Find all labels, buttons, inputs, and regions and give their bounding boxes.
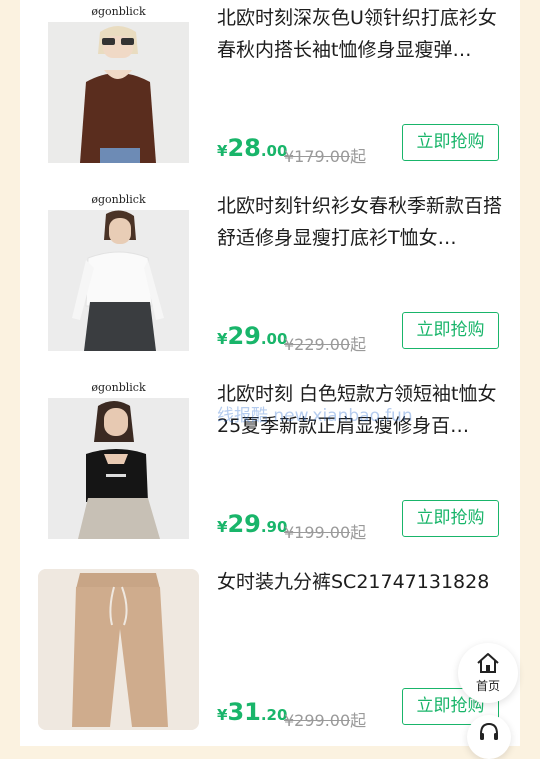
original-price: ¥179.00起 [284, 147, 367, 166]
product-card[interactable]: 女时装九分裤SC21747131828 ¥31.20 ¥299.00起 立即抢购 [20, 564, 520, 751]
product-title[interactable]: 北欧时刻深灰色U领针织打底衫女春秋内搭长袖t恤修身显瘦弹… [217, 2, 507, 66]
product-image[interactable] [48, 398, 189, 539]
original-price: ¥299.00起 [284, 711, 367, 730]
sale-price: ¥28.00 [217, 134, 288, 162]
brand-label: øgonblick [91, 5, 146, 18]
home-button[interactable]: 首页 [458, 643, 518, 703]
home-icon [476, 652, 500, 678]
headset-icon [478, 721, 500, 747]
product-image[interactable] [48, 22, 189, 163]
sale-price: ¥29.00 [217, 322, 288, 350]
product-image[interactable] [38, 569, 199, 730]
brand-label: øgonblick [91, 381, 146, 394]
product-card[interactable]: øgonblick 北欧时刻深灰色U领针织打底衫女春秋内搭长袖t恤修身显瘦弹… … [20, 0, 520, 187]
product-list: øgonblick 北欧时刻深灰色U领针织打底衫女春秋内搭长袖t恤修身显瘦弹… … [20, 0, 520, 746]
buy-now-button[interactable]: 立即抢购 [402, 312, 499, 349]
buy-now-button[interactable]: 立即抢购 [402, 500, 499, 537]
product-title[interactable]: 北欧时刻针织衫女春秋季新款百搭舒适修身显瘦打底衫T恤女… [217, 190, 507, 254]
sale-price: ¥31.20 [217, 698, 288, 726]
product-card[interactable]: øgonblick 北欧时刻针织衫女春秋季新款百搭舒适修身显瘦打底衫T恤女… ¥… [20, 188, 520, 375]
home-label: 首页 [475, 679, 500, 693]
sale-price: ¥29.90 [217, 510, 288, 538]
original-price: ¥199.00起 [284, 523, 367, 542]
original-price: ¥229.00起 [284, 335, 367, 354]
customer-service-button[interactable] [467, 715, 511, 759]
product-card[interactable]: øgonblick 北欧时刻 白色短款方领短袖t恤女25夏季新款正肩显瘦修身百…… [20, 376, 520, 563]
brand-label: øgonblick [91, 193, 146, 206]
product-image[interactable] [48, 210, 189, 351]
buy-now-button[interactable]: 立即抢购 [402, 124, 499, 161]
product-title[interactable]: 女时装九分裤SC21747131828 [217, 566, 507, 598]
product-title[interactable]: 北欧时刻 白色短款方领短袖t恤女25夏季新款正肩显瘦修身百… [217, 378, 507, 442]
